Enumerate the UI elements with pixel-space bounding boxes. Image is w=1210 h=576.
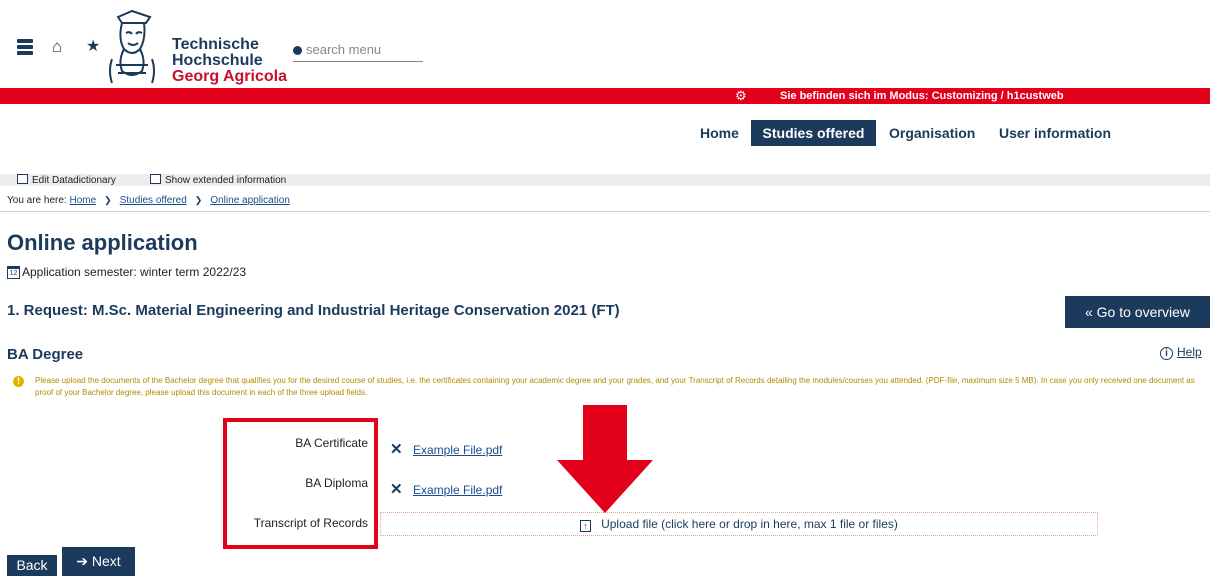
back-button[interactable]: Back bbox=[7, 555, 57, 576]
help-link[interactable]: i Help bbox=[1160, 345, 1202, 360]
star-icon[interactable]: ★ bbox=[86, 38, 100, 56]
divider bbox=[0, 211, 1210, 212]
show-extended-label: Show extended information bbox=[165, 175, 287, 186]
home-icon[interactable]: ⌂ bbox=[52, 38, 62, 56]
search-placeholder: search menu bbox=[306, 42, 382, 57]
menu-icon[interactable] bbox=[17, 39, 33, 55]
application-semester: Application semester: winter term 2022/2… bbox=[22, 265, 247, 279]
mode-bar: ⚙ Sie befinden sich im Modus: Customizin… bbox=[0, 88, 1210, 104]
highlight-box-annotation bbox=[223, 418, 378, 549]
upload-icon: ↑ bbox=[580, 520, 592, 532]
edit-datadictionary-label: Edit Datadictionary bbox=[32, 175, 116, 186]
mode-text: Sie befinden sich im Modus: Customizing … bbox=[780, 90, 1064, 102]
request-title: 1. Request: M.Sc. Material Engineering a… bbox=[7, 302, 620, 319]
uploaded-file-link[interactable]: Example File.pdf bbox=[413, 443, 502, 457]
show-extended-toggle[interactable]: Show extended information bbox=[150, 174, 286, 187]
breadcrumb: You are here: Home ❯ Studies offered ❯ Onlin… bbox=[7, 194, 290, 207]
chevron-right-icon: ❯ bbox=[104, 195, 112, 205]
remove-file-icon[interactable]: ✕ bbox=[390, 442, 403, 458]
remove-file-icon[interactable]: ✕ bbox=[390, 482, 403, 498]
upload-dropzone[interactable]: ↑ Upload file (click here or drop in here… bbox=[380, 512, 1098, 536]
uploaded-file-link[interactable]: Example File.pdf bbox=[413, 483, 502, 497]
chevron-right-icon: ❯ bbox=[194, 195, 203, 205]
page-title: Online application bbox=[7, 230, 198, 255]
brand-name-line2: Hochschule bbox=[172, 52, 263, 69]
info-icon: ! bbox=[13, 376, 24, 387]
checkbox-icon[interactable] bbox=[150, 174, 161, 184]
nav-user-information[interactable]: User information bbox=[999, 120, 1111, 146]
section-title: BA Degree bbox=[7, 346, 84, 363]
info-message: Please upload the documents of the Bache… bbox=[35, 376, 1195, 397]
info-circle-icon: i bbox=[1160, 347, 1173, 360]
next-label: Next bbox=[91, 553, 121, 569]
university-logo[interactable] bbox=[104, 9, 160, 85]
search-icon bbox=[293, 46, 302, 55]
breadcrumb-online-application[interactable]: Online application bbox=[210, 195, 290, 206]
nav-organisation[interactable]: Organisation bbox=[889, 120, 975, 146]
calendar-icon: 12 bbox=[7, 266, 20, 279]
breadcrumb-home[interactable]: Home bbox=[69, 195, 96, 206]
edit-datadictionary-toggle[interactable]: Edit Datadictionary bbox=[17, 174, 116, 187]
arrow-right-icon: ➔ bbox=[76, 553, 89, 569]
nav-home[interactable]: Home bbox=[700, 120, 739, 146]
checkbox-icon[interactable] bbox=[17, 174, 28, 184]
go-to-overview-label: Go to overview bbox=[1096, 304, 1191, 320]
breadcrumb-studies-offered[interactable]: Studies offered bbox=[120, 195, 187, 206]
gear-icon[interactable]: ⚙ bbox=[735, 89, 747, 103]
search-menu-input[interactable]: search menu bbox=[293, 40, 423, 62]
breadcrumb-prefix: You are here: bbox=[7, 195, 67, 206]
go-to-overview-button[interactable]: « Go to overview bbox=[1065, 296, 1210, 328]
arrow-annotation-icon bbox=[557, 405, 653, 513]
help-label: Help bbox=[1177, 345, 1202, 359]
double-chevron-left-icon: « bbox=[1084, 304, 1093, 320]
next-button[interactable]: ➔ Next bbox=[62, 547, 135, 576]
nav-studies-offered[interactable]: Studies offered bbox=[751, 120, 876, 146]
upload-dropzone-label: Upload file (click here or drop in here,… bbox=[601, 517, 898, 531]
brand-name-line3: Georg Agricola bbox=[172, 68, 287, 85]
brand-name-line1: Technische bbox=[172, 36, 259, 53]
